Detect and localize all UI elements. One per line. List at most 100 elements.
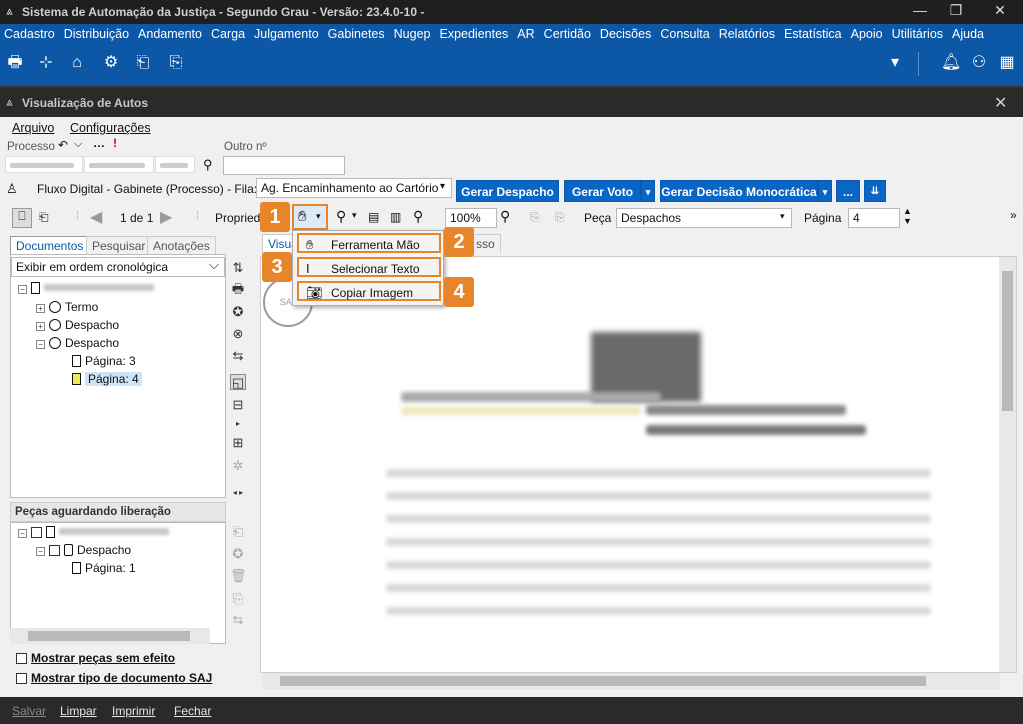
peca-select[interactable]: Despachos: [616, 208, 792, 228]
pending-compare-icon[interactable]: ⇆: [230, 612, 246, 628]
bell-icon[interactable]: 🔔︎: [941, 54, 961, 72]
collapse-icon[interactable]: −: [18, 285, 27, 294]
previous-page-icon[interactable]: ◀: [90, 207, 102, 227]
first-page-icon[interactable]: ⁞: [76, 211, 79, 222]
fila-select[interactable]: Ag. Encaminhamento ao Cartório: [256, 178, 452, 198]
zoom-tool-dropdown-icon[interactable]: ▾: [352, 210, 357, 221]
zoom-tool-icon[interactable]: ⚲: [336, 208, 346, 225]
menu-gabinetes[interactable]: Gabinetes: [324, 24, 390, 44]
last-page-icon[interactable]: ⁞: [196, 211, 199, 222]
overflow-chevron-icon[interactable]: »: [1010, 208, 1017, 222]
pending-root[interactable]: −: [18, 525, 169, 539]
add-note-icon[interactable]: ⊞: [230, 435, 246, 451]
checkbox[interactable]: [31, 527, 42, 538]
menu-estatistica[interactable]: Estatística: [780, 24, 847, 44]
checkbox[interactable]: [49, 545, 60, 556]
annotation-icon[interactable]: ◱: [230, 374, 246, 390]
scroll-thumb[interactable]: [1002, 271, 1013, 411]
menu-ajuda[interactable]: Ajuda: [948, 24, 989, 44]
sort-icon[interactable]: ⇅: [230, 260, 246, 276]
search-icon[interactable]: ⚲: [203, 157, 213, 173]
tree-item-termo[interactable]: + Termo: [36, 300, 98, 314]
more-icon[interactable]: …: [93, 136, 105, 150]
document-search-icon[interactable]: ⎗: [134, 54, 152, 72]
outro-numero-input[interactable]: [223, 156, 345, 175]
users-icon[interactable]: ⚇: [970, 54, 988, 72]
menu-decisoes[interactable]: Decisões: [596, 24, 656, 44]
gerar-voto-button[interactable]: Gerar Voto: [564, 180, 641, 202]
org-chart-icon[interactable]: ⊹: [37, 54, 55, 72]
zoom-out-icon[interactable]: ⚲: [413, 208, 423, 225]
print-document-icon[interactable]: 🖶: [230, 281, 246, 297]
hand-tool-button[interactable]: ✋︎ ▾: [292, 204, 328, 230]
order-dropdown-icon[interactable]: ⌵: [209, 257, 219, 273]
pagina-input[interactable]: 4: [848, 208, 900, 228]
menu-arquivo[interactable]: Arquivo: [12, 121, 54, 135]
collapse-icon[interactable]: −: [36, 340, 45, 349]
certificate-icon[interactable]: ✪: [230, 304, 246, 320]
fit-page-icon[interactable]: ▥: [390, 210, 401, 224]
compare-icon[interactable]: ⇆: [230, 348, 246, 364]
sem-efeito-checkbox[interactable]: Mostrar peças sem efeito: [16, 651, 175, 665]
menu-distribuicao[interactable]: Distribuição: [60, 24, 134, 44]
menu-julgamento[interactable]: Julgamento: [250, 24, 324, 44]
menu-item-copiar-imagem[interactable]: 📷︎ Copiar Imagem: [297, 281, 441, 301]
checkbox[interactable]: [16, 653, 27, 664]
zoom-select[interactable]: 100%: [445, 208, 497, 228]
close-window-icon[interactable]: ✕: [990, 2, 1010, 19]
fechar-button[interactable]: Fechar: [174, 704, 211, 718]
menu-configuracoes[interactable]: Configurações: [70, 121, 151, 135]
order-select[interactable]: Exibir em ordem cronológica: [11, 257, 225, 277]
zoom-in-icon[interactable]: ⚲: [500, 208, 510, 225]
collapse-icon[interactable]: −: [36, 547, 45, 556]
gerar-despacho-button[interactable]: Gerar Despacho: [456, 180, 559, 202]
next-page-icon[interactable]: ▶: [160, 207, 172, 227]
document-r-icon[interactable]: ⎘: [167, 54, 185, 72]
checkbox[interactable]: [16, 673, 27, 684]
gerar-decisao-dropdown[interactable]: ▾: [818, 180, 832, 202]
tree-root[interactable]: −: [18, 281, 154, 295]
processo-number-field[interactable]: [5, 156, 83, 173]
propriedades-label[interactable]: Propried: [215, 211, 260, 225]
page-view-icon[interactable]: ⎕: [12, 208, 32, 228]
minimize-icon[interactable]: —: [910, 2, 930, 18]
more-tools-icon[interactable]: ▸: [230, 416, 246, 432]
processo-number-field-2[interactable]: [84, 156, 154, 173]
printer-icon[interactable]: 🖶: [6, 54, 24, 72]
tab-pesquisar[interactable]: Pesquisar: [86, 236, 152, 255]
tree-item-despacho-2[interactable]: − Despacho: [36, 336, 119, 350]
gerar-voto-dropdown[interactable]: ▾: [641, 180, 655, 202]
pending-horizontal-scrollbar[interactable]: [10, 628, 210, 644]
fila-dropdown-icon[interactable]: ▾: [440, 181, 445, 192]
pending-certificate-icon[interactable]: ✪: [230, 546, 246, 562]
close-subwindow-icon[interactable]: ✕: [994, 93, 1007, 113]
tab-documentos[interactable]: Documentos: [10, 236, 90, 255]
scroll-thumb[interactable]: [280, 676, 926, 686]
limpar-button[interactable]: Limpar: [60, 704, 97, 718]
viewer-vertical-scrollbar[interactable]: [999, 257, 1016, 672]
expand-button[interactable]: ⇊: [864, 180, 886, 202]
dropdown-arrow-icon[interactable]: ▾: [886, 54, 904, 72]
tree-item-pagina-4[interactable]: Página: 4: [72, 372, 142, 386]
menu-relatorios[interactable]: Relatórios: [715, 24, 780, 44]
rotate-left-icon[interactable]: ⎘: [530, 210, 540, 225]
split-icon[interactable]: ⊟: [230, 397, 246, 413]
pending-pagina-1[interactable]: Página: 1: [72, 561, 136, 575]
pending-action-1-icon[interactable]: ⎗: [230, 524, 246, 540]
viewer-horizontal-scrollbar[interactable]: [262, 673, 1000, 689]
trash-icon[interactable]: 🗑︎: [230, 568, 247, 584]
menu-nugep[interactable]: Nugep: [390, 24, 436, 44]
scroll-thumb[interactable]: [28, 631, 190, 641]
grid-icon[interactable]: ▦: [998, 54, 1016, 72]
menu-expedientes[interactable]: Expedientes: [435, 24, 513, 44]
restore-icon[interactable]: ❐: [946, 2, 966, 19]
scroll-arrows-icon[interactable]: ◂ ▸: [230, 485, 246, 501]
remove-certificate-icon[interactable]: ⊗: [230, 326, 246, 342]
salvar-button[interactable]: Salvar: [12, 704, 46, 718]
menu-apoio[interactable]: Apoio: [847, 24, 888, 44]
chevron-down-icon[interactable]: ⌵: [74, 138, 82, 151]
menu-carga[interactable]: Carga: [207, 24, 250, 44]
menu-cadastro[interactable]: Cadastro: [0, 24, 60, 44]
collapse-icon[interactable]: −: [18, 529, 27, 538]
menu-item-selecionar-texto[interactable]: I Selecionar Texto: [297, 257, 441, 277]
